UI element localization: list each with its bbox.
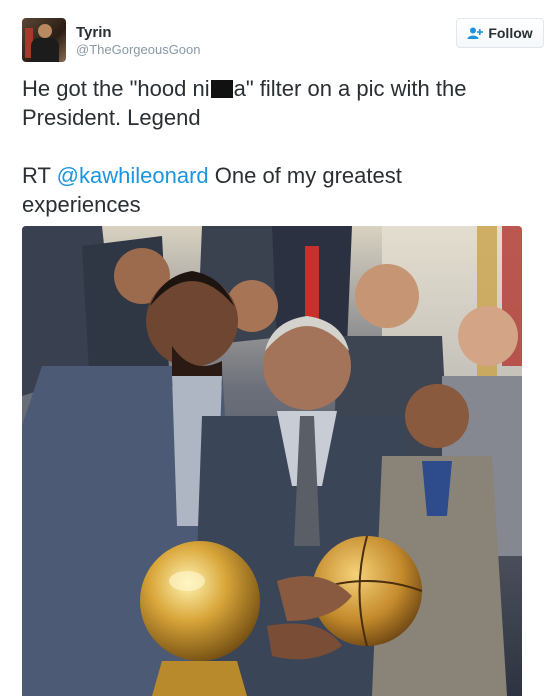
display-name[interactable]: Tyrin — [76, 24, 201, 42]
rt-prefix: RT — [22, 163, 57, 188]
mention-link[interactable]: @kawhileonard — [57, 163, 209, 188]
avatar-head — [38, 24, 52, 38]
tweet-photo[interactable] — [22, 226, 522, 696]
tweet-line-2: President. Legend — [22, 105, 201, 130]
tweet-header: Tyrin @TheGorgeousGoon Follow — [22, 16, 544, 64]
follow-button[interactable]: Follow — [456, 18, 544, 48]
user-handle[interactable]: @TheGorgeousGoon — [76, 42, 201, 58]
tweet-line-1-end: a" filter on a pic with the — [233, 76, 467, 101]
censor-bar — [210, 80, 233, 98]
avatar[interactable] — [22, 18, 66, 62]
avatar-body — [31, 38, 59, 62]
tweet-line-1-start: He got the "hood ni — [22, 76, 210, 101]
retweet-line: RT @kawhileonard One of my greatest — [22, 161, 522, 190]
rt-text: One of my greatest — [208, 163, 402, 188]
retweet-line-2: experiences — [22, 192, 141, 217]
tweet-line-1: He got the "hood ni a" filter on a pic wi… — [22, 74, 522, 103]
follow-label: Follow — [488, 25, 533, 41]
tweet-text: He got the "hood ni a" filter on a pic wi… — [22, 74, 522, 219]
user-names: Tyrin @TheGorgeousGoon — [76, 24, 201, 58]
add-user-icon — [467, 27, 484, 39]
photo-illustration — [22, 226, 522, 696]
